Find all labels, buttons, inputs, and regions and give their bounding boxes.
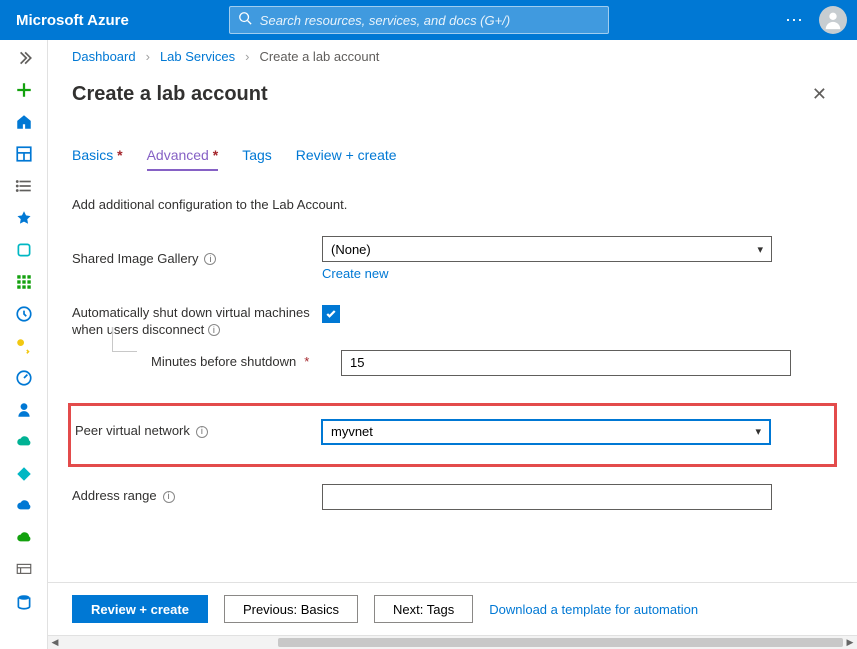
rail-cloud2-icon[interactable]: [4, 494, 44, 518]
breadcrumb-link[interactable]: Lab Services: [160, 49, 235, 64]
minutes-before-shutdown-label: Minutes before shutdown: [151, 354, 296, 371]
rail-diamond-icon[interactable]: [4, 462, 44, 486]
peer-vnet-value: myvnet: [331, 424, 373, 439]
top-header: Microsoft Azure ⋯: [0, 0, 857, 40]
rail-list-icon[interactable]: [4, 174, 44, 198]
chevron-down-icon: ▾: [755, 425, 761, 438]
rail-monitor-icon[interactable]: [4, 558, 44, 582]
breadcrumb-current: Create a lab account: [259, 49, 379, 64]
rail-meter-icon[interactable]: [4, 366, 44, 390]
auto-shutdown-label: Automatically shut down virtual machines…: [72, 305, 310, 337]
breadcrumb: Dashboard › Lab Services › Create a lab …: [48, 40, 857, 74]
intro-text: Add additional configuration to the Lab …: [72, 197, 833, 212]
tabs: Basics Advanced Tags Review + create: [72, 147, 833, 171]
global-search-input[interactable]: [260, 13, 600, 28]
brand-logo: Microsoft Azure: [16, 12, 129, 29]
user-avatar[interactable]: [819, 6, 847, 34]
previous-button[interactable]: Previous: Basics: [224, 595, 358, 623]
rail-clock-icon[interactable]: [4, 302, 44, 326]
rail-dashboard-icon[interactable]: [4, 142, 44, 166]
rail-db-icon[interactable]: [4, 590, 44, 614]
scroll-left-icon[interactable]: ◀: [48, 636, 62, 649]
shared-image-gallery-select[interactable]: (None) ▾: [322, 236, 772, 262]
footer: Review + create Previous: Basics Next: T…: [48, 582, 857, 635]
info-icon[interactable]: i: [163, 491, 175, 503]
rail-favorites-icon[interactable]: [4, 206, 44, 230]
global-search[interactable]: [229, 6, 609, 34]
rail-cloud1-icon[interactable]: [4, 430, 44, 454]
close-icon[interactable]: ✕: [806, 80, 833, 109]
minutes-before-shutdown-input[interactable]: [341, 350, 791, 376]
create-new-link[interactable]: Create new: [322, 266, 388, 281]
peer-vnet-label: Peer virtual network: [75, 423, 190, 440]
info-icon[interactable]: i: [208, 324, 220, 336]
peer-vnet-highlight: Peer virtual network i myvnet ▾: [68, 403, 837, 467]
chevron-right-icon: ›: [245, 49, 249, 64]
address-range-label: Address range: [72, 488, 157, 505]
info-icon[interactable]: i: [196, 426, 208, 438]
shared-image-gallery-value: (None): [331, 242, 371, 257]
more-menu-icon[interactable]: ⋯: [785, 10, 805, 31]
shared-image-gallery-label: Shared Image Gallery: [72, 251, 198, 268]
rail-grid-icon[interactable]: [4, 270, 44, 294]
rail-cloud3-icon[interactable]: [4, 526, 44, 550]
rail-add-icon[interactable]: [4, 78, 44, 102]
rail-expand-icon[interactable]: [4, 46, 44, 70]
address-range-input[interactable]: [322, 484, 772, 510]
rail-person-icon[interactable]: [4, 398, 44, 422]
rail-home-icon[interactable]: [4, 110, 44, 134]
chevron-down-icon: ▾: [757, 243, 763, 256]
search-icon: [238, 11, 252, 30]
scroll-right-icon[interactable]: ▶: [843, 636, 857, 649]
scrollbar-thumb[interactable]: [278, 638, 843, 647]
page-title: Create a lab account: [72, 83, 806, 106]
download-template-link[interactable]: Download a template for automation: [489, 602, 698, 617]
horizontal-scrollbar[interactable]: ◀ ▶: [48, 635, 857, 649]
chevron-right-icon: ›: [146, 49, 150, 64]
tab-basics[interactable]: Basics: [72, 147, 123, 171]
next-button[interactable]: Next: Tags: [374, 595, 473, 623]
peer-vnet-select[interactable]: myvnet ▾: [321, 419, 771, 445]
side-rail: [0, 40, 48, 649]
auto-shutdown-checkbox[interactable]: [322, 305, 340, 323]
tab-review[interactable]: Review + create: [296, 147, 397, 171]
info-icon[interactable]: i: [204, 253, 216, 265]
review-create-button[interactable]: Review + create: [72, 595, 208, 623]
tab-advanced[interactable]: Advanced: [147, 147, 219, 171]
rail-resource-icon[interactable]: [4, 238, 44, 262]
breadcrumb-link[interactable]: Dashboard: [72, 49, 136, 64]
rail-key-icon[interactable]: [4, 334, 44, 358]
tab-tags[interactable]: Tags: [242, 147, 272, 171]
